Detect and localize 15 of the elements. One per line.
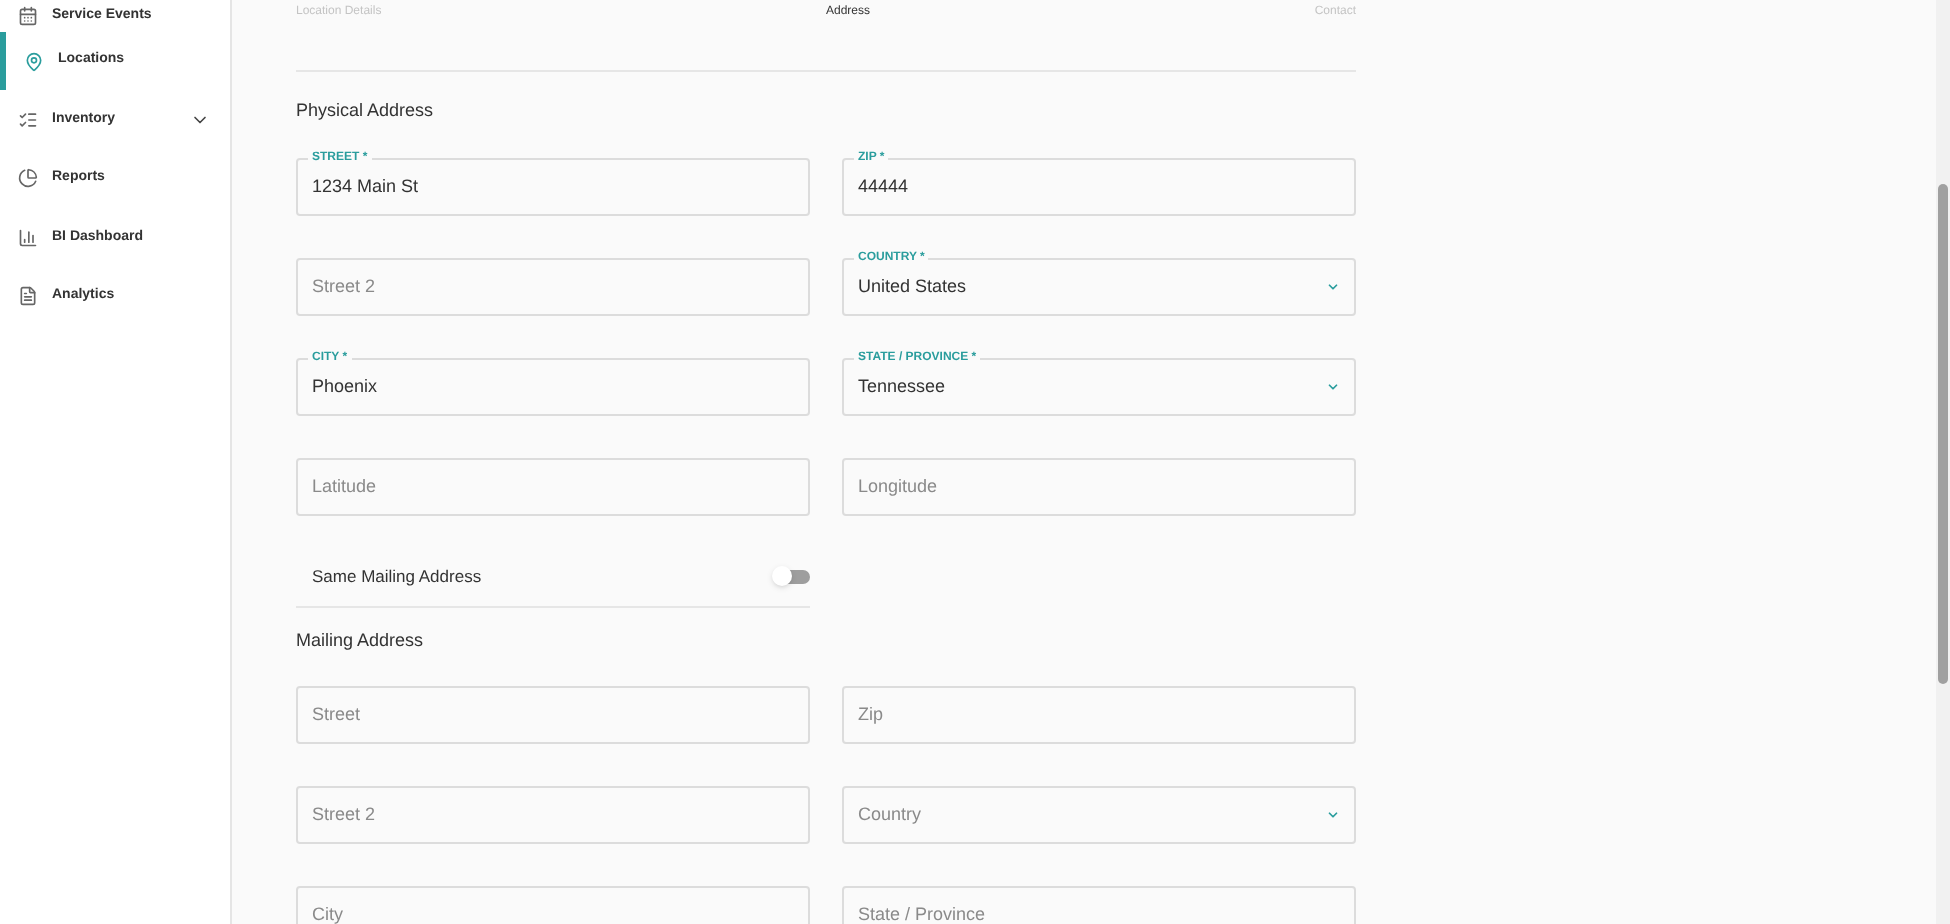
map-pin-icon xyxy=(24,51,44,72)
bar-chart-icon xyxy=(18,227,38,248)
toggle-switch[interactable] xyxy=(776,570,810,584)
chevron-down-icon xyxy=(1326,280,1340,294)
scrollbar-thumb[interactable] xyxy=(1938,184,1948,684)
toggle-label: Same Mailing Address xyxy=(312,564,482,590)
calendar-icon xyxy=(18,6,38,26)
section-heading: Physical Address xyxy=(296,98,436,122)
chevron-down-icon xyxy=(1326,380,1340,394)
pie-chart-icon xyxy=(18,168,38,189)
checklist-icon xyxy=(18,110,38,131)
scrollbar[interactable] xyxy=(1936,0,1950,924)
document-icon xyxy=(18,286,38,307)
chevron-down-icon xyxy=(1326,808,1340,822)
section-heading: Mailing Address xyxy=(296,628,426,652)
